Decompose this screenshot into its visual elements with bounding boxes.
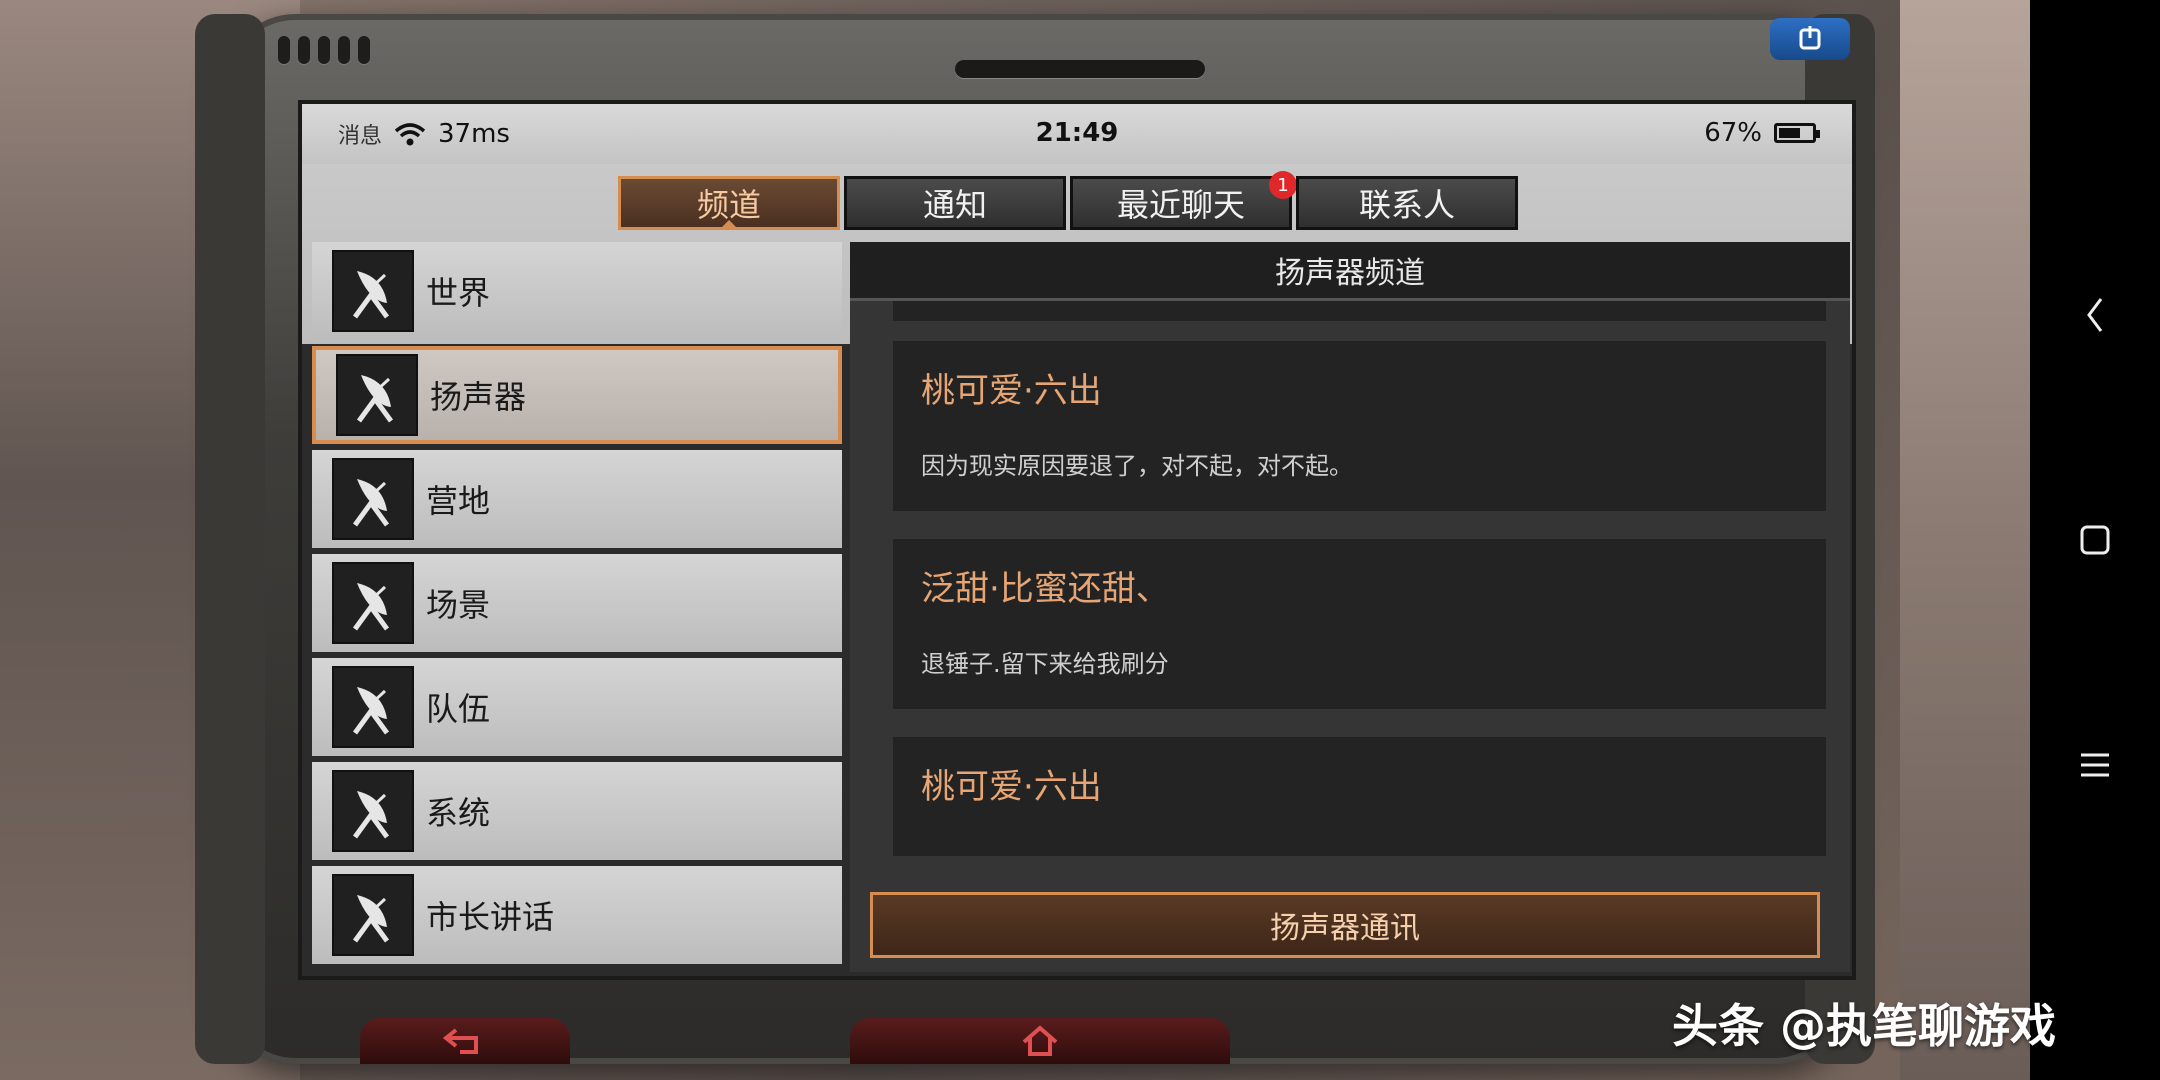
message-card: 桃可爱·六出 — [893, 737, 1826, 856]
channel-item-team[interactable]: 队伍 — [312, 658, 842, 756]
channel-item-system[interactable]: 系统 — [312, 762, 842, 860]
nav-back-button[interactable] — [2030, 275, 2160, 355]
tab-recent-chat[interactable]: 最近聊天 1 — [1070, 171, 1297, 230]
radar-dish-icon — [332, 770, 414, 852]
back-icon — [2087, 298, 2103, 332]
channel-label: 市长讲话 — [426, 898, 555, 936]
channel-label: 系统 — [426, 794, 491, 832]
device-screen: 消息 37ms 21:49 67% 频道 通知 最近聊天 1 联系人 世界 扬声器… — [298, 100, 1856, 980]
unread-badge: 1 — [1269, 171, 1297, 199]
battery-percent: 67% — [1704, 118, 1762, 148]
channel-label: 世界 — [426, 274, 491, 312]
return-icon — [442, 1028, 478, 1054]
clock: 21:49 — [1035, 118, 1119, 148]
tab-label: 最近聊天 — [1116, 186, 1245, 224]
android-nav-bar — [2030, 0, 2160, 1080]
channel-label: 队伍 — [426, 690, 491, 728]
message-card: 泛甜·比蜜还甜、 退锤子.留下来给我刷分 — [893, 539, 1826, 709]
channel-list: 世界 扬声器 营地 场景 队伍 系统 市长讲话 — [312, 242, 842, 972]
tab-label: 联系人 — [1358, 186, 1455, 224]
home-button[interactable] — [850, 1018, 1230, 1064]
tab-notice[interactable]: 通知 — [844, 176, 1066, 230]
status-bar: 消息 37ms 21:49 67% — [302, 104, 1852, 164]
message-panel: 扬声器频道 桃可爱·六出 因为现实原因要退了，对不起，对不起。 泛甜·比蜜还甜、… — [850, 242, 1850, 972]
battery-fill — [1779, 128, 1801, 138]
channel-item-speaker[interactable]: 扬声器 — [312, 346, 842, 444]
top-slot — [955, 60, 1205, 78]
nav-menu-button[interactable] — [2030, 725, 2160, 805]
radar-dish-icon — [336, 354, 418, 436]
radar-dish-icon — [332, 666, 414, 748]
message-card — [893, 301, 1826, 321]
radar-dish-icon — [332, 250, 414, 332]
speaker-comm-button[interactable]: 扬声器通讯 — [870, 892, 1820, 958]
menu-icon — [2081, 753, 2109, 777]
background-right — [1900, 0, 2030, 1080]
power-button[interactable] — [1770, 18, 1850, 60]
channel-label: 扬声器 — [430, 378, 527, 416]
channel-item-world[interactable]: 世界 — [312, 242, 842, 340]
message-text: 退锤子.留下来给我刷分 — [921, 650, 1169, 678]
radar-dish-icon — [332, 562, 414, 644]
sender-name[interactable]: 桃可爱·六出 — [921, 759, 1798, 808]
message-text: 因为现实原因要退了，对不起，对不起。 — [921, 452, 1353, 480]
nav-home-button[interactable] — [2030, 500, 2160, 580]
tab-label: 通知 — [922, 186, 987, 224]
radar-dish-icon — [332, 458, 414, 540]
channel-item-camp[interactable]: 营地 — [312, 450, 842, 548]
home-icon — [1022, 1025, 1058, 1056]
watermark: 头条 @执笔聊游戏 — [1672, 999, 2057, 1053]
channel-label: 营地 — [426, 482, 491, 520]
tab-contacts[interactable]: 联系人 — [1296, 176, 1518, 230]
tab-channel[interactable]: 频道 — [618, 176, 840, 230]
panel-title: 扬声器频道 — [850, 242, 1850, 301]
channel-label: 场景 — [426, 586, 491, 624]
return-button[interactable] — [360, 1018, 570, 1064]
sender-name[interactable]: 泛甜·比蜜还甜、 — [921, 561, 1798, 610]
channel-item-scene[interactable]: 场景 — [312, 554, 842, 652]
message-scroll-area[interactable]: 桃可爱·六出 因为现实原因要退了，对不起，对不起。 泛甜·比蜜还甜、 退锤子.留… — [850, 301, 1850, 856]
channel-item-mayor-speech[interactable]: 市长讲话 — [312, 866, 842, 964]
battery-icon — [1774, 123, 1820, 143]
left-grip — [195, 14, 265, 1064]
speaker-grille — [278, 36, 370, 64]
square-home-icon — [2080, 525, 2110, 555]
message-card: 桃可爱·六出 因为现实原因要退了，对不起，对不起。 — [893, 341, 1826, 511]
tab-label: 频道 — [696, 186, 761, 224]
tab-bar: 频道 通知 最近聊天 1 联系人 — [618, 171, 1518, 230]
power-icon — [1799, 26, 1821, 50]
sender-name[interactable]: 桃可爱·六出 — [921, 363, 1798, 412]
radar-dish-icon — [332, 874, 414, 956]
